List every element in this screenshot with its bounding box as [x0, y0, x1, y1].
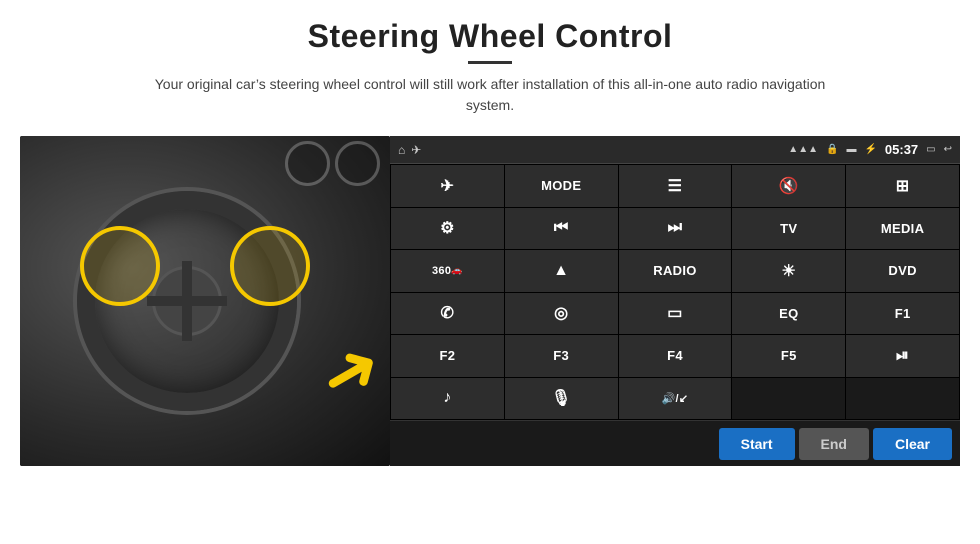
wheel-center: [152, 266, 222, 336]
f1-btn[interactable]: F1: [846, 293, 959, 335]
content-area: ➜ ⌂ ✈ ▲▲▲ 🔒 ▬ ⚡ 05:37 ▭ ↩: [20, 136, 960, 466]
phone-btn[interactable]: ✆: [391, 293, 504, 335]
media-btn[interactable]: MEDIA: [846, 208, 959, 250]
mute-btn[interactable]: 🔇: [732, 165, 845, 207]
status-left: ⌂ ✈: [398, 143, 421, 157]
f3-btn[interactable]: F3: [505, 335, 618, 377]
steering-wheel-image: ➜: [20, 136, 390, 466]
wifi-icon: ▲▲▲: [788, 144, 818, 155]
home-icon: ⌂: [398, 143, 405, 157]
empty-btn-1: [732, 378, 845, 420]
360-btn[interactable]: 360🚗: [391, 250, 504, 292]
clear-button[interactable]: Clear: [873, 428, 952, 460]
radio-panel: ⌂ ✈ ▲▲▲ 🔒 ▬ ⚡ 05:37 ▭ ↩ ✈ MODE ☰: [390, 136, 960, 466]
title-divider: [468, 61, 512, 64]
sd-icon: ▬: [846, 144, 856, 155]
volume-call-btn[interactable]: 🔊/↙: [619, 378, 732, 420]
dashboard-gauges: [285, 141, 385, 191]
radio-btn[interactable]: RADIO: [619, 250, 732, 292]
nav-arrow-icon: ✈: [411, 143, 421, 157]
button-grid: ✈ MODE ☰ 🔇 ⊞ ⚙ ⏮ ⏭ TV MEDIA 360🚗 ▲ RADIO…: [390, 164, 960, 420]
gauge-right: [335, 141, 380, 186]
eq-btn[interactable]: EQ: [732, 293, 845, 335]
nav-btn[interactable]: ✈: [391, 165, 504, 207]
dvd-btn[interactable]: DVD: [846, 250, 959, 292]
eject-btn[interactable]: ▲: [505, 250, 618, 292]
status-bar: ⌂ ✈ ▲▲▲ 🔒 ▬ ⚡ 05:37 ▭ ↩: [390, 136, 960, 164]
steering-bg: ➜: [20, 136, 390, 466]
apps-btn[interactable]: ⊞: [846, 165, 959, 207]
end-button[interactable]: End: [799, 428, 869, 460]
page-subtitle: Your original car’s steering wheel contr…: [140, 74, 840, 116]
status-right: ▲▲▲ 🔒 ▬ ⚡ 05:37 ▭ ↩: [788, 142, 952, 157]
f4-btn[interactable]: F4: [619, 335, 732, 377]
tv-btn[interactable]: TV: [732, 208, 845, 250]
bt-icon: ⚡: [864, 144, 876, 155]
page-wrapper: Steering Wheel Control Your original car…: [0, 0, 980, 544]
lock-icon: 🔒: [826, 144, 838, 155]
empty-btn-2: [846, 378, 959, 420]
next-btn[interactable]: ⏭: [619, 208, 732, 250]
mode-btn[interactable]: MODE: [505, 165, 618, 207]
status-time: 05:37: [885, 142, 918, 157]
gauge-left: [285, 141, 330, 186]
music-btn[interactable]: ♪: [391, 378, 504, 420]
settings-btn[interactable]: ⚙: [391, 208, 504, 250]
f2-btn[interactable]: F2: [391, 335, 504, 377]
start-button[interactable]: Start: [719, 428, 795, 460]
web-btn[interactable]: ◎: [505, 293, 618, 335]
highlight-circle-left: [80, 226, 160, 306]
wheel-spoke-v: [182, 261, 192, 341]
f5-btn[interactable]: F5: [732, 335, 845, 377]
back-icon-status: ↩: [944, 144, 952, 155]
brightness-btn[interactable]: ☀: [732, 250, 845, 292]
screen-btn[interactable]: ▭: [619, 293, 732, 335]
menu-btn[interactable]: ☰: [619, 165, 732, 207]
bottom-bar: Start End Clear: [390, 420, 960, 466]
page-title: Steering Wheel Control: [140, 18, 840, 55]
title-section: Steering Wheel Control Your original car…: [140, 18, 840, 116]
mic-btn[interactable]: 🎙: [505, 378, 618, 420]
yellow-arrow: ➜: [308, 326, 390, 416]
prev-btn[interactable]: ⏮: [505, 208, 618, 250]
playpause-btn[interactable]: ⏯: [846, 335, 959, 377]
screen-icon-status: ▭: [926, 144, 935, 155]
highlight-circle-right: [230, 226, 310, 306]
